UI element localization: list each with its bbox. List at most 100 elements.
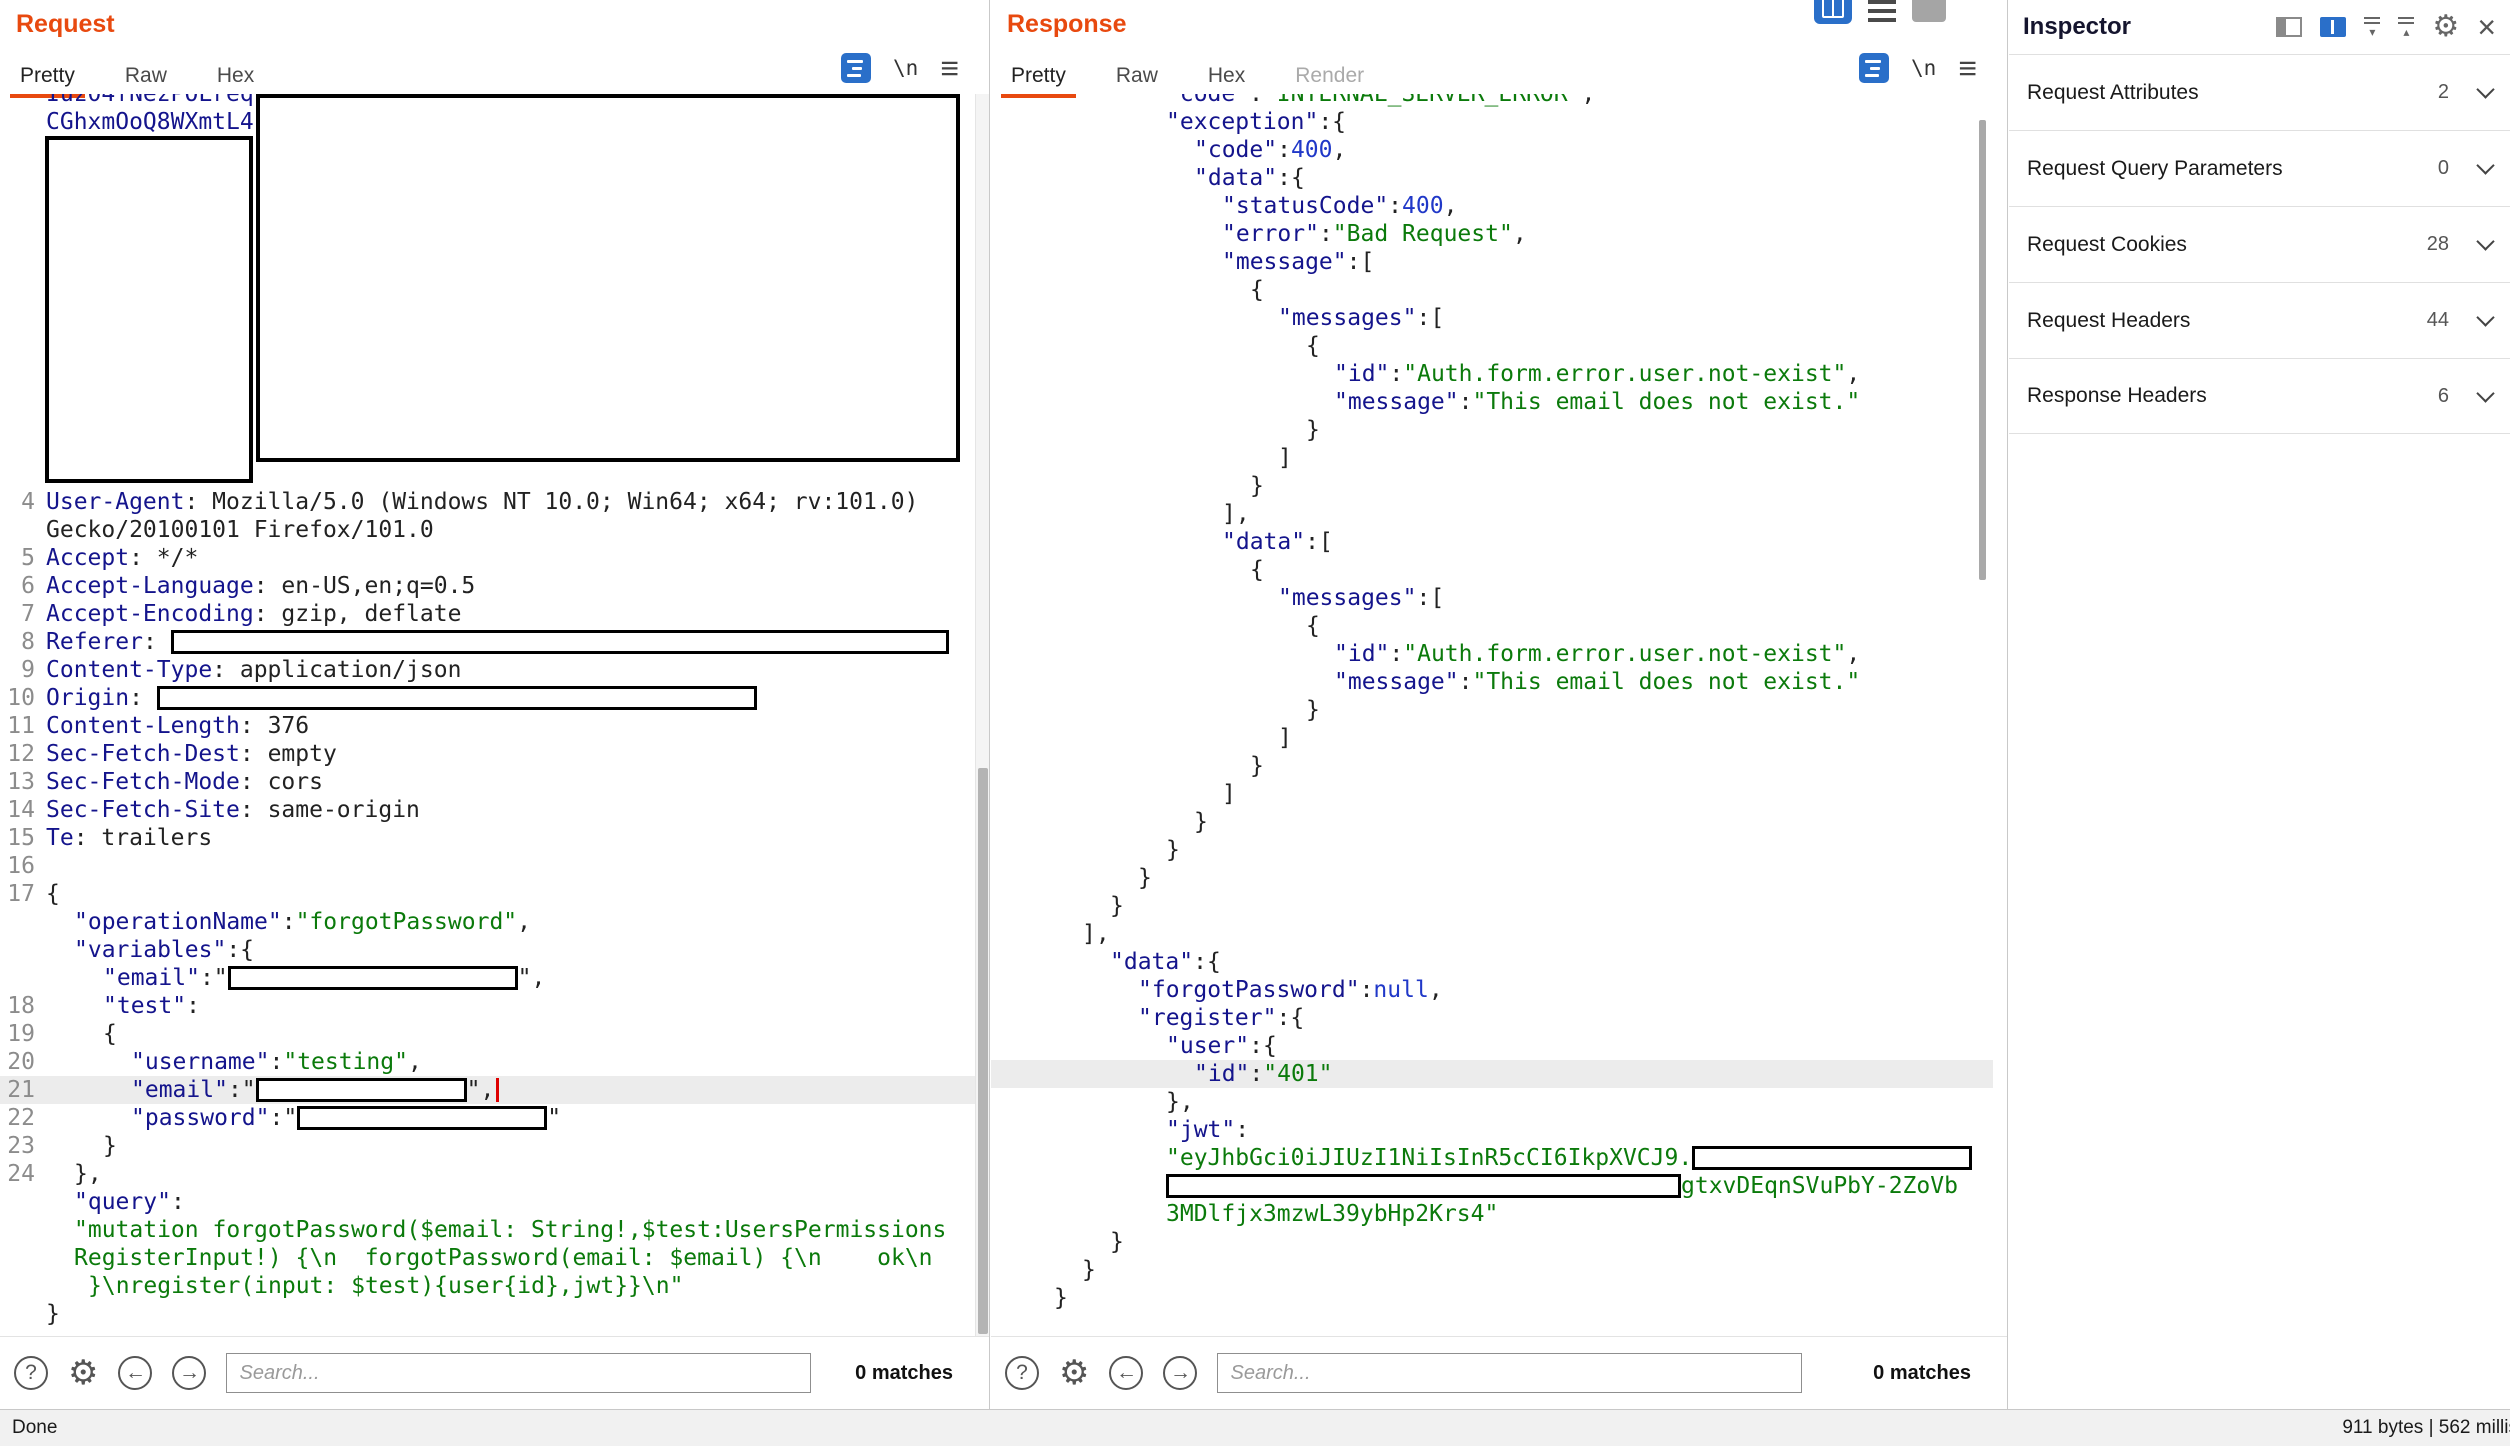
request-scrollbar[interactable] [975, 94, 989, 1336]
code-text: } [1250, 753, 1264, 779]
tab-hex[interactable]: Hex [1206, 60, 1247, 92]
code-line: ] [991, 444, 1993, 472]
code-text: Gecko/20100101 Firefox/101.0 [46, 517, 434, 543]
layout-single-icon[interactable] [1912, 0, 1946, 22]
prev-match-icon[interactable]: ← [118, 1356, 152, 1390]
line-number: 6 [0, 572, 35, 600]
help-icon[interactable]: ? [1005, 1356, 1039, 1390]
code-line-content: } [991, 472, 1264, 500]
code-line: }\nregister(input: $test){user{id},jwt}}… [0, 1272, 975, 1300]
tab-pretty[interactable]: Pretty [18, 60, 77, 92]
code-text: ] [1278, 445, 1292, 471]
inspector-row-request-headers[interactable]: Request Headers 44 [2009, 282, 2510, 358]
line-number [0, 1272, 35, 1300]
collapse-all-icon[interactable]: ▾ [2364, 17, 2380, 38]
code-line-content: } [991, 892, 1124, 920]
redaction-box [228, 966, 518, 990]
code-line-content: CGhxmOoQ8WXmtL4 [35, 108, 254, 136]
code-line-content: "forgotPassword":null, [991, 976, 1443, 1004]
code-line: { [991, 276, 1993, 304]
redaction-box [256, 1078, 467, 1102]
inspector-row-request-query-parameters[interactable]: Request Query Parameters 0 [2009, 130, 2510, 206]
code-line: } [991, 1256, 1993, 1284]
inspector-row-request-attributes[interactable]: Request Attributes 2 [2009, 54, 2510, 130]
code-line: } [0, 1300, 975, 1328]
menu-icon[interactable]: ≡ [940, 52, 959, 84]
menu-icon[interactable] [1868, 0, 1896, 24]
layout-columns-icon[interactable] [1814, 0, 1852, 24]
close-icon[interactable]: × [2477, 11, 2496, 43]
line-number: 12 [0, 740, 35, 768]
inspector-row-request-cookies[interactable]: Request Cookies 28 [2009, 206, 2510, 282]
tab-raw[interactable]: Raw [123, 60, 169, 92]
gear-icon[interactable]: ⚙ [68, 1356, 98, 1390]
code-text: :[ [1347, 249, 1375, 275]
code-line-content: "message":[ [991, 248, 1374, 276]
code-text: :{ [226, 937, 254, 963]
code-text: Sec-Fetch-Mode [46, 769, 240, 795]
tab-pretty[interactable]: Pretty [1009, 60, 1068, 92]
code-text: : [1459, 669, 1473, 695]
code-line-content: Te: trailers [35, 824, 212, 852]
code-text: Sec-Fetch-Dest [46, 741, 240, 767]
code-line-content: "operationName":"forgotPassword", [35, 908, 531, 936]
code-text: { [1306, 333, 1320, 359]
code-text: } [1306, 417, 1320, 443]
response-code-editor[interactable]: "code":"INTERNAL_SERVER_ERROR","exceptio… [991, 94, 1993, 1336]
code-text: ", [518, 965, 546, 991]
tab-hex[interactable]: Hex [215, 60, 256, 92]
line-number: 8 [0, 628, 35, 656]
code-line: "code":400, [991, 136, 1993, 164]
code-text: "messages" [1278, 585, 1416, 611]
code-text: ] [1278, 725, 1292, 751]
code-line-content: "password":"" [35, 1104, 561, 1132]
code-text: , [1444, 193, 1458, 219]
code-line: } [991, 1228, 1993, 1256]
gear-icon[interactable]: ⚙ [2432, 12, 2459, 42]
inspector-row-label: Request Attributes [2027, 81, 2199, 105]
code-line: Gecko/20100101 Firefox/101.0 [0, 516, 975, 544]
response-search-input[interactable] [1217, 1353, 1802, 1393]
code-text: "id" [1334, 361, 1389, 387]
line-number: 9 [0, 656, 35, 684]
code-line-content: ] [991, 724, 1292, 752]
code-text: : [1249, 94, 1263, 107]
code-line: 12Sec-Fetch-Dest: empty [0, 740, 975, 768]
next-match-icon[interactable]: → [172, 1356, 206, 1390]
tab-render[interactable]: Render [1293, 60, 1366, 92]
layout-split-selected-icon[interactable] [2320, 17, 2346, 37]
newline-toggle-icon[interactable]: \n [1911, 56, 1936, 80]
code-line-content: "jwt": [991, 1116, 1249, 1144]
code-line-content: "id":"Auth.form.error.user.not-exist", [991, 640, 1860, 668]
line-number: 16 [0, 852, 35, 880]
inspector-row-response-headers[interactable]: Response Headers 6 [2009, 358, 2510, 434]
help-icon[interactable]: ? [14, 1356, 48, 1390]
scrollbar-thumb[interactable] [1979, 120, 1986, 580]
inspector-row-count: 2 [2405, 81, 2449, 104]
code-text: : */* [129, 545, 198, 571]
gear-icon[interactable]: ⚙ [1059, 1356, 1089, 1390]
next-match-icon[interactable]: → [1163, 1356, 1197, 1390]
layout-split-icon[interactable] [2276, 17, 2302, 37]
code-line-content: "id":"Auth.form.error.user.not-exist", [991, 360, 1860, 388]
request-search-input[interactable] [226, 1353, 811, 1393]
code-line-content: ], [991, 920, 1110, 948]
code-text: "operationName" [74, 909, 282, 935]
pretty-print-icon[interactable] [841, 53, 871, 83]
code-line-content: Referer: [35, 628, 949, 656]
code-line: "message":"This email does not exist." [991, 668, 1993, 696]
line-number: 17 [0, 880, 35, 908]
scrollbar-thumb[interactable] [978, 768, 988, 1334]
code-line: "query": [0, 1188, 975, 1216]
response-scrollbar[interactable] [1979, 94, 1987, 1336]
newline-toggle-icon[interactable]: \n [893, 56, 918, 80]
tab-raw[interactable]: Raw [1114, 60, 1160, 92]
code-text: } [46, 1301, 60, 1327]
window-layout-controls [1814, 0, 1946, 24]
expand-all-icon[interactable]: ▴ [2398, 17, 2414, 38]
code-line: 16 [0, 852, 975, 880]
pretty-print-icon[interactable] [1859, 53, 1889, 83]
menu-icon[interactable]: ≡ [1958, 52, 1977, 84]
prev-match-icon[interactable]: ← [1109, 1356, 1143, 1390]
code-text: }\nregister(input: $test){user{id},jwt}}… [88, 1273, 683, 1299]
